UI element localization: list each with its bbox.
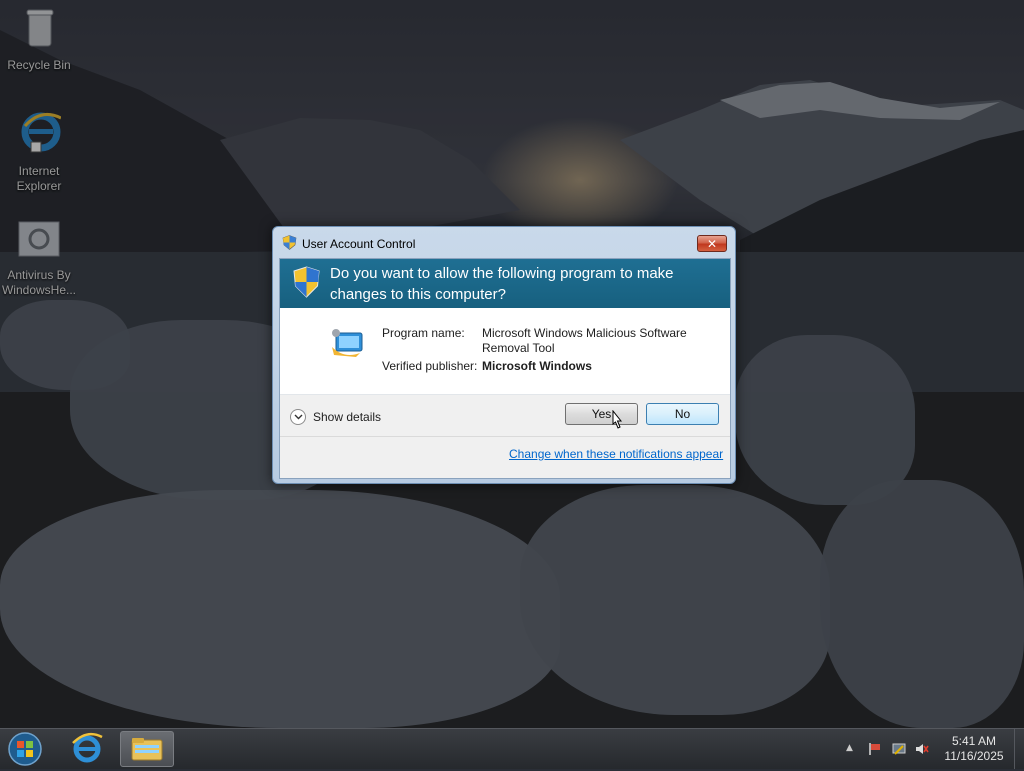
yes-button[interactable]: Yes <box>565 403 638 425</box>
clock-time: 5:41 AM <box>951 734 997 748</box>
no-button[interactable]: No <box>646 403 719 425</box>
uac-shield-icon <box>293 266 320 298</box>
uac-content: Do you want to allow the following progr… <box>279 258 731 479</box>
start-button[interactable] <box>5 730 45 768</box>
tray-expand-icon[interactable]: ▲ <box>846 743 860 757</box>
close-button[interactable]: ✕ <box>697 235 727 252</box>
mouse-cursor-icon <box>612 410 623 429</box>
divider <box>280 436 730 437</box>
show-desktop-button[interactable] <box>1014 729 1024 769</box>
change-notifications-link[interactable]: Change when these notifications appear <box>509 447 723 461</box>
publisher-value: Microsoft Windows <box>482 359 592 373</box>
uac-footer: Show details Yes No Change when these no… <box>280 395 730 478</box>
uac-dialog: User Account Control ✕ Do you want to al… <box>272 226 736 484</box>
uac-header-banner: Do you want to allow the following progr… <box>280 259 730 308</box>
show-details-button[interactable]: Show details <box>290 407 381 427</box>
network-icon[interactable] <box>892 742 906 756</box>
taskbar: ▲ 5:41 AM 11/16/2025 <box>0 728 1024 769</box>
program-icon <box>332 329 363 357</box>
system-clock[interactable]: 5:41 AM 11/16/2025 <box>934 734 1014 764</box>
clock-date: 11/16/2025 <box>944 749 1004 763</box>
uac-titlebar[interactable]: User Account Control ✕ <box>273 227 735 257</box>
uac-shield-small-icon <box>282 235 297 250</box>
volume-muted-icon[interactable] <box>915 742 929 756</box>
uac-window-title: User Account Control <box>302 237 416 251</box>
uac-question: Do you want to allow the following progr… <box>330 265 674 303</box>
internet-explorer-icon <box>72 732 103 763</box>
program-name-value: Microsoft Windows Malicious Software Rem… <box>482 326 687 355</box>
close-icon: ✕ <box>706 237 718 251</box>
program-name-label: Program name: <box>382 326 465 340</box>
chevron-down-icon <box>290 409 306 425</box>
action-center-flag-icon[interactable] <box>868 742 882 756</box>
taskbar-windows-explorer[interactable] <box>120 731 174 767</box>
taskbar-internet-explorer[interactable] <box>60 731 114 767</box>
publisher-label: Verified publisher: <box>382 359 478 373</box>
folder-icon <box>131 738 163 761</box>
show-details-label: Show details <box>313 410 382 424</box>
